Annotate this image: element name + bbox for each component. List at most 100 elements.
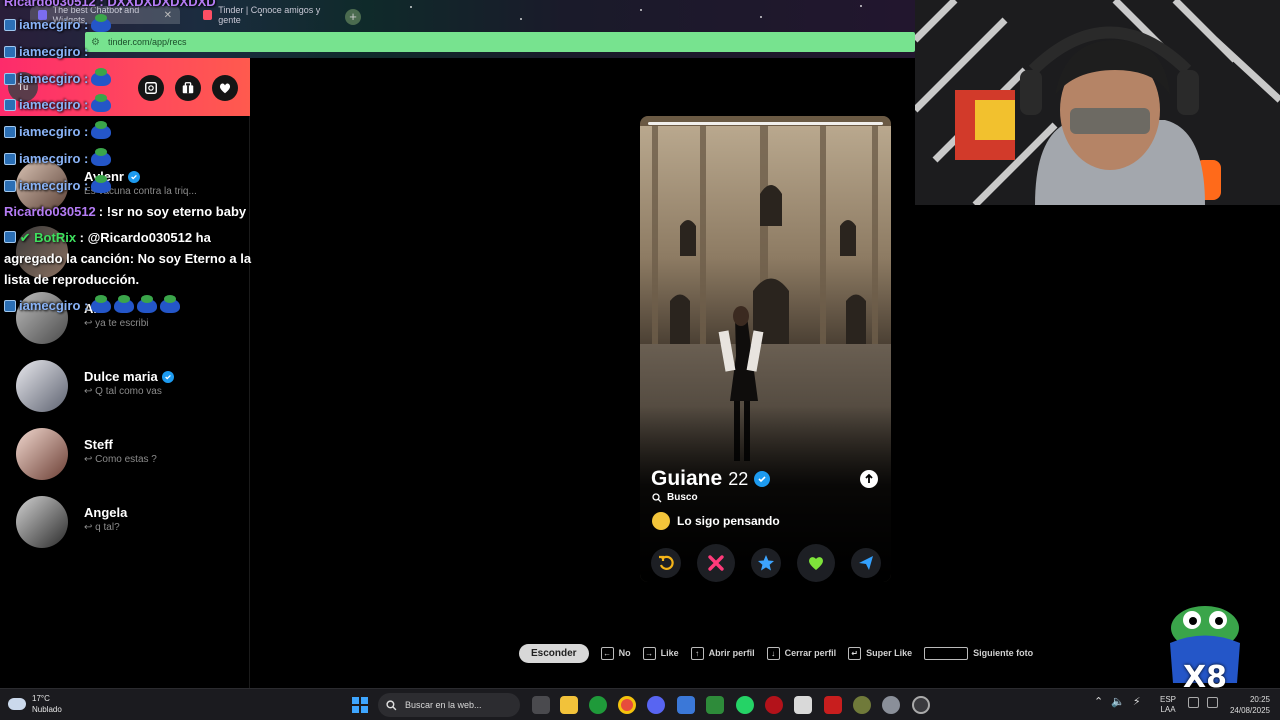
rewind-button[interactable] xyxy=(651,548,681,578)
match-name: Steff xyxy=(84,437,113,452)
safety-button[interactable] xyxy=(212,75,238,101)
network-icon[interactable]: ⚡ xyxy=(1133,695,1141,708)
obs-icon[interactable] xyxy=(912,696,930,714)
send-icon xyxy=(859,556,873,570)
tab-bar: The best Chatbot and Widgets ✕ Tinder | … xyxy=(0,4,915,25)
weather-text: 17°C Nublado xyxy=(32,693,62,715)
arrow-left-key-icon: ← xyxy=(600,646,614,660)
store-icon[interactable] xyxy=(677,696,695,714)
verified-badge-icon xyxy=(754,471,771,487)
relationship-intent: Lo sigo pensando xyxy=(652,512,780,530)
discord-icon[interactable] xyxy=(647,696,665,714)
hint-label: No xyxy=(618,648,631,658)
hint-no: ← No xyxy=(600,646,631,660)
match-item[interactable]: Angela ↩ q tal? xyxy=(16,496,246,550)
hint-label: Siguiente foto xyxy=(973,648,1034,658)
avatar xyxy=(16,292,68,344)
hint-label: Super Like xyxy=(866,648,913,658)
tab-label: The best Chatbot and Widgets xyxy=(52,5,140,25)
chrome-icon[interactable] xyxy=(618,696,636,714)
explore-button[interactable] xyxy=(138,75,164,101)
search-icon xyxy=(386,699,397,710)
message-text: ya te escribi xyxy=(95,318,149,329)
clock[interactable]: 20:25 24/08/2025 xyxy=(1226,694,1270,716)
profile-avatar[interactable]: Tu xyxy=(8,72,38,102)
language-region: LAA xyxy=(1160,705,1176,714)
profile-card[interactable]: Guiane 22 Busco Lo sigo pensando xyxy=(640,116,891,582)
close-icon[interactable]: ✕ xyxy=(164,10,172,21)
start-button[interactable] xyxy=(352,697,368,713)
app-icon[interactable] xyxy=(853,696,871,714)
arrow-down-key-icon: ↓ xyxy=(766,646,780,660)
match-item[interactable]: Steff ↩ Como estas ? xyxy=(16,428,246,482)
card-age: 22 xyxy=(728,469,749,489)
opera-icon[interactable] xyxy=(765,696,783,714)
briefcase-icon xyxy=(182,82,194,94)
message-text: q tal? xyxy=(95,522,120,533)
match-name: An xyxy=(84,301,102,316)
avatar xyxy=(16,360,68,412)
browser-chrome: The best Chatbot and Widgets ✕ Tinder | … xyxy=(0,0,915,58)
search-icon xyxy=(652,492,662,502)
language-code: ESP xyxy=(1160,695,1177,704)
shield-heart-icon xyxy=(219,83,231,94)
new-tab-button[interactable]: + xyxy=(345,9,361,25)
minecraft-icon[interactable] xyxy=(706,696,724,714)
match-item[interactable] xyxy=(16,226,246,280)
close-x-icon xyxy=(708,555,724,571)
notepad-icon[interactable] xyxy=(794,696,812,714)
like-button[interactable] xyxy=(797,544,835,582)
app-icon[interactable] xyxy=(824,696,842,714)
arrow-right-key-icon: → xyxy=(642,646,656,660)
whatsapp-icon[interactable] xyxy=(736,696,754,714)
card-name-text: Guiane xyxy=(651,467,723,490)
address-bar[interactable]: ⚙ tinder.com/app/recs xyxy=(85,32,915,52)
match-item[interactable]: Dulce maria ↩ Q tal como vas xyxy=(16,360,246,414)
message-text: Q tal como vas xyxy=(95,386,162,397)
arrow-up-key-icon: ↑ xyxy=(690,646,704,660)
url-text: tinder.com/app/recs xyxy=(107,37,187,47)
tab-chatbot[interactable]: The best Chatbot and Widgets ✕ xyxy=(30,5,180,25)
xbox-icon[interactable] xyxy=(589,696,607,714)
webcam-feed xyxy=(915,0,1280,205)
enter-key-icon: ↵ xyxy=(848,646,862,660)
volume-icon[interactable]: 🔈 xyxy=(1111,695,1125,708)
clock-date: 24/08/2025 xyxy=(1229,706,1270,715)
avatar xyxy=(16,496,68,548)
taskbar: 17°C Nublado Buscar en la web... ⌃ 🔈 ⚡ E… xyxy=(0,688,1280,720)
match-item[interactable]: Aylenr Es vacuna contra la triq... xyxy=(16,160,246,214)
webcam-overlay xyxy=(915,0,1280,205)
boost-send-button[interactable] xyxy=(851,548,881,578)
nope-button[interactable] xyxy=(697,544,735,582)
hint-close-profile: ↓ Cerrar perfil xyxy=(766,646,836,660)
language-indicator[interactable]: ESP LAA xyxy=(1160,695,1176,715)
file-explorer-icon[interactable] xyxy=(560,696,578,714)
display-icon[interactable] xyxy=(1188,697,1199,708)
verified-badge-icon xyxy=(127,170,140,183)
hint-next-photo: Siguiente foto xyxy=(924,646,1034,660)
tab-tinder[interactable]: Tinder | Conoce amigos y gente xyxy=(195,5,343,25)
message-text: Como estas ? xyxy=(95,454,157,465)
taskbar-search[interactable]: Buscar en la web... xyxy=(378,693,520,717)
swipe-actions xyxy=(651,544,881,582)
hint-label: Abrir perfil xyxy=(708,648,755,658)
looking-for-label: Busco xyxy=(667,492,698,503)
open-profile-button[interactable] xyxy=(860,470,878,488)
match-item[interactable]: An ↩ ya te escribi xyxy=(16,292,246,346)
chevron-up-icon[interactable]: ⌃ xyxy=(1094,695,1103,708)
match-last-message: ↩ ya te escribi xyxy=(84,318,149,329)
battery-icon[interactable] xyxy=(1207,697,1218,708)
verified-badge-icon xyxy=(161,370,174,383)
match-name: Aylenr xyxy=(84,169,140,184)
briefcase-button[interactable] xyxy=(175,75,201,101)
site-settings-icon[interactable]: ⚙ xyxy=(91,37,100,48)
space-key-icon xyxy=(924,646,969,660)
hint-super-like: ↵ Super Like xyxy=(848,646,913,660)
settings-gear-icon[interactable] xyxy=(882,696,900,714)
weather-widget[interactable]: 17°C Nublado xyxy=(8,693,62,715)
hide-hints-button[interactable]: Esconder xyxy=(519,643,589,663)
task-view-icon[interactable] xyxy=(532,696,550,714)
super-like-button[interactable] xyxy=(751,548,781,578)
match-name: Angela xyxy=(84,505,128,520)
matches-sidebar: Tu Aylenr Es vacuna contra la triq... An… xyxy=(0,58,250,688)
